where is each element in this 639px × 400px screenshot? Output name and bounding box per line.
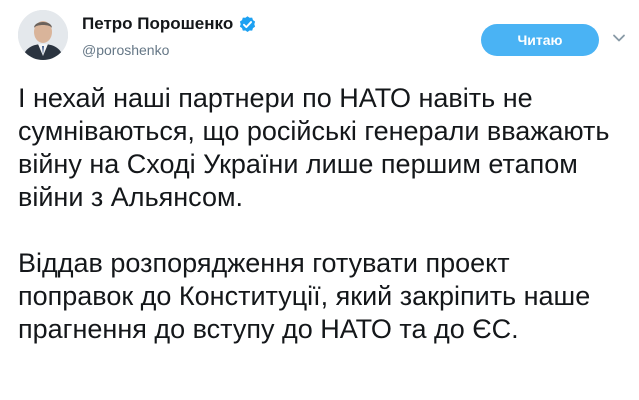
tweet-text: І нехай наші партнери по НАТО навіть не … [18, 82, 630, 346]
avatar-portrait-icon [18, 10, 68, 60]
tweet-paragraph: І нехай наші партнери по НАТО навіть не … [18, 83, 610, 212]
avatar[interactable] [18, 10, 68, 60]
verified-badge-icon [238, 15, 257, 34]
tweet-card: Петро Порошенко @poroshenko Читаю І неха… [0, 0, 639, 400]
tweet-paragraph: Віддав розпорядження готувати проект поп… [18, 248, 591, 344]
chevron-down-icon[interactable] [612, 31, 626, 45]
follow-button[interactable]: Читаю [481, 24, 599, 56]
display-name[interactable]: Петро Порошенко [82, 14, 233, 34]
user-handle[interactable]: @poroshenko [82, 42, 169, 58]
name-row: Петро Порошенко [82, 14, 257, 34]
